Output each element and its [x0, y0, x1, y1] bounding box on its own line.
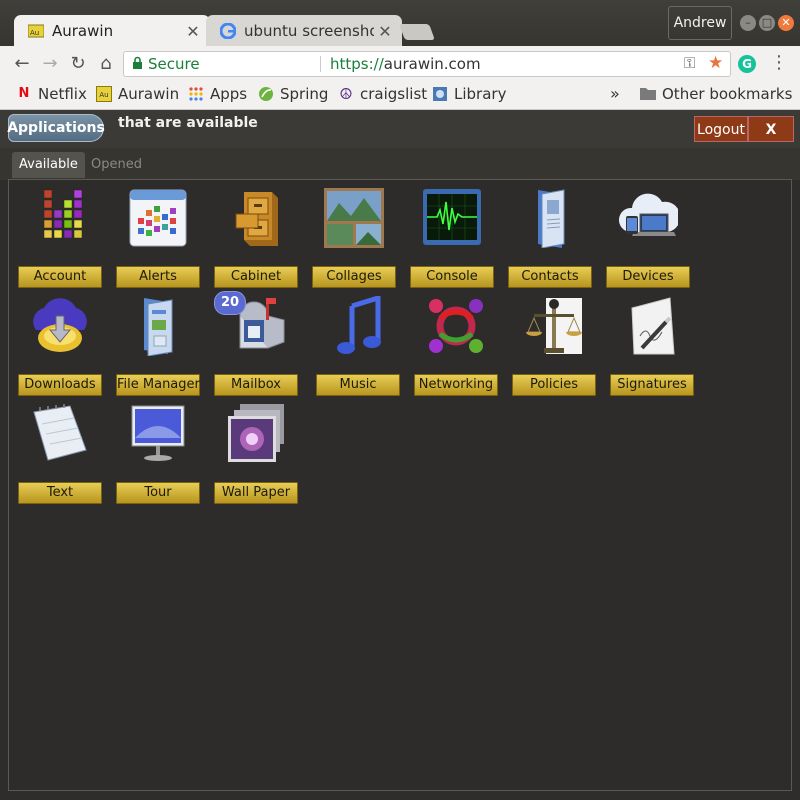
tab-title: Aurawin	[52, 22, 114, 40]
bookmark-aurawin[interactable]: Au Aurawin	[96, 85, 179, 103]
aurawin-icon: Au	[96, 86, 112, 102]
url-scheme: https://	[330, 55, 384, 73]
notepad-icon	[33, 404, 87, 461]
peace-icon: ☮	[339, 85, 353, 103]
contacts-book-icon	[538, 189, 565, 248]
spring-icon	[258, 86, 274, 102]
bookmark-library[interactable]: Library	[432, 85, 506, 103]
scales-icon	[526, 298, 582, 354]
app-label: Downloads	[18, 374, 102, 396]
bookmarks-overflow-button[interactable]: »	[610, 84, 620, 103]
bookmark-netflix[interactable]: N Netflix	[16, 85, 87, 103]
bookmark-label: Apps	[210, 85, 248, 103]
omnibox-divider	[320, 56, 321, 72]
profile-button[interactable]: Andrew	[668, 6, 732, 40]
new-tab-button[interactable]	[399, 24, 435, 40]
app-label: Console	[410, 266, 494, 288]
app-label: File Manager	[116, 374, 200, 396]
app-label: Cabinet	[214, 266, 298, 288]
library-icon	[432, 86, 448, 102]
app-label: Mailbox	[214, 374, 298, 396]
app-label: Networking	[414, 374, 498, 396]
app-label: Wall Paper	[214, 482, 298, 504]
tab-close-icon[interactable]: ✕	[182, 22, 204, 41]
wallpaper-icon	[228, 404, 284, 462]
music-note-icon	[337, 296, 381, 354]
bookmark-label: Spring	[280, 85, 329, 103]
tab-available[interactable]: Available	[12, 152, 85, 178]
bookmark-craigslist[interactable]: ☮ craigslist	[338, 85, 427, 103]
app-label: Text	[18, 482, 102, 504]
browser-titlebar: Au Aurawin ✕ ubuntu screenshot ✕ Andrew …	[0, 0, 800, 47]
secure-label: Secure	[148, 55, 200, 73]
subtabs: Available Opened	[0, 148, 800, 180]
forward-icon[interactable]: →	[38, 52, 62, 76]
bookmarks-bar: N Netflix Au Aurawin Apps Spring ☮ craigsli…	[0, 82, 800, 110]
url-host: aurawin.com	[383, 55, 481, 73]
photo-collage-icon	[324, 188, 384, 248]
reload-icon[interactable]: ↻	[66, 52, 90, 76]
google-favicon	[219, 22, 237, 40]
app-header: Applications that are available Logout X	[0, 110, 800, 148]
grammarly-extension-icon[interactable]: G	[738, 55, 756, 73]
bookmark-label: Library	[454, 85, 507, 103]
download-cloud-icon	[33, 298, 87, 352]
browser-menu-icon[interactable]: ⋮	[770, 52, 788, 73]
devices-cloud-icon	[619, 193, 678, 236]
folder-icon	[640, 86, 656, 102]
file-cabinet-icon	[235, 192, 278, 246]
close-button[interactable]: X	[748, 116, 794, 142]
home-icon[interactable]: ⌂	[94, 52, 118, 76]
other-bookmarks[interactable]: Other bookmarks	[640, 85, 792, 103]
app-label: Collages	[312, 266, 396, 288]
netflix-icon: N	[18, 86, 30, 101]
bookmark-spring[interactable]: Spring	[258, 85, 328, 103]
header-subtitle: that are available	[118, 115, 258, 131]
app-label: Contacts	[508, 266, 592, 288]
key-icon[interactable]: ⚿	[684, 54, 695, 72]
bookmark-label: craigslist	[360, 85, 428, 103]
app-label: Music	[316, 374, 400, 396]
app-label: Signatures	[610, 374, 694, 396]
bookmark-label: Netflix	[38, 85, 87, 103]
window-close-icon[interactable]: ✕	[778, 15, 794, 31]
app-label: Policies	[512, 374, 596, 396]
lock-icon	[132, 56, 143, 74]
console-monitor-icon	[423, 189, 481, 245]
networking-people-icon	[429, 299, 483, 353]
applications-button[interactable]: Applications	[7, 114, 105, 142]
tab-aurawin[interactable]: Au Aurawin ✕	[14, 15, 210, 47]
tour-screen-icon	[131, 405, 185, 461]
aurawin-favicon: Au	[27, 23, 45, 39]
app-label: Tour	[116, 482, 200, 504]
tab-ubuntu-screenshot[interactable]: ubuntu screenshot ✕	[206, 15, 402, 47]
app-label: Account	[18, 266, 102, 288]
bookmark-apps[interactable]: Apps	[188, 85, 247, 103]
tab-close-icon[interactable]: ✕	[374, 22, 396, 41]
file-manager-icon	[144, 298, 173, 356]
svg-text:Au: Au	[30, 29, 39, 37]
bookmark-star-icon[interactable]: ★	[708, 53, 723, 73]
apps-grid-icon	[188, 86, 204, 102]
other-bookmarks-label: Other bookmarks	[662, 85, 793, 103]
back-icon[interactable]: ←	[10, 52, 34, 76]
app-label: Devices	[606, 266, 690, 288]
account-blocks-icon	[43, 189, 83, 239]
tab-opened[interactable]: Opened	[84, 152, 149, 178]
alerts-calendar-icon	[129, 189, 187, 247]
bookmark-label: Aurawin	[118, 85, 180, 103]
mailbox-unread-badge: 20	[214, 291, 246, 315]
signature-pen-icon	[631, 297, 675, 355]
tab-title: ubuntu screenshot	[244, 22, 374, 40]
minimize-icon[interactable]: –	[740, 15, 756, 31]
logout-button[interactable]: Logout	[694, 116, 748, 142]
url-text: https://aurawin.com	[330, 55, 481, 73]
maximize-icon[interactable]: □	[759, 15, 775, 31]
address-bar[interactable]: Secure https://aurawin.com ⚿ ★	[123, 51, 731, 77]
app-label: Alerts	[116, 266, 200, 288]
